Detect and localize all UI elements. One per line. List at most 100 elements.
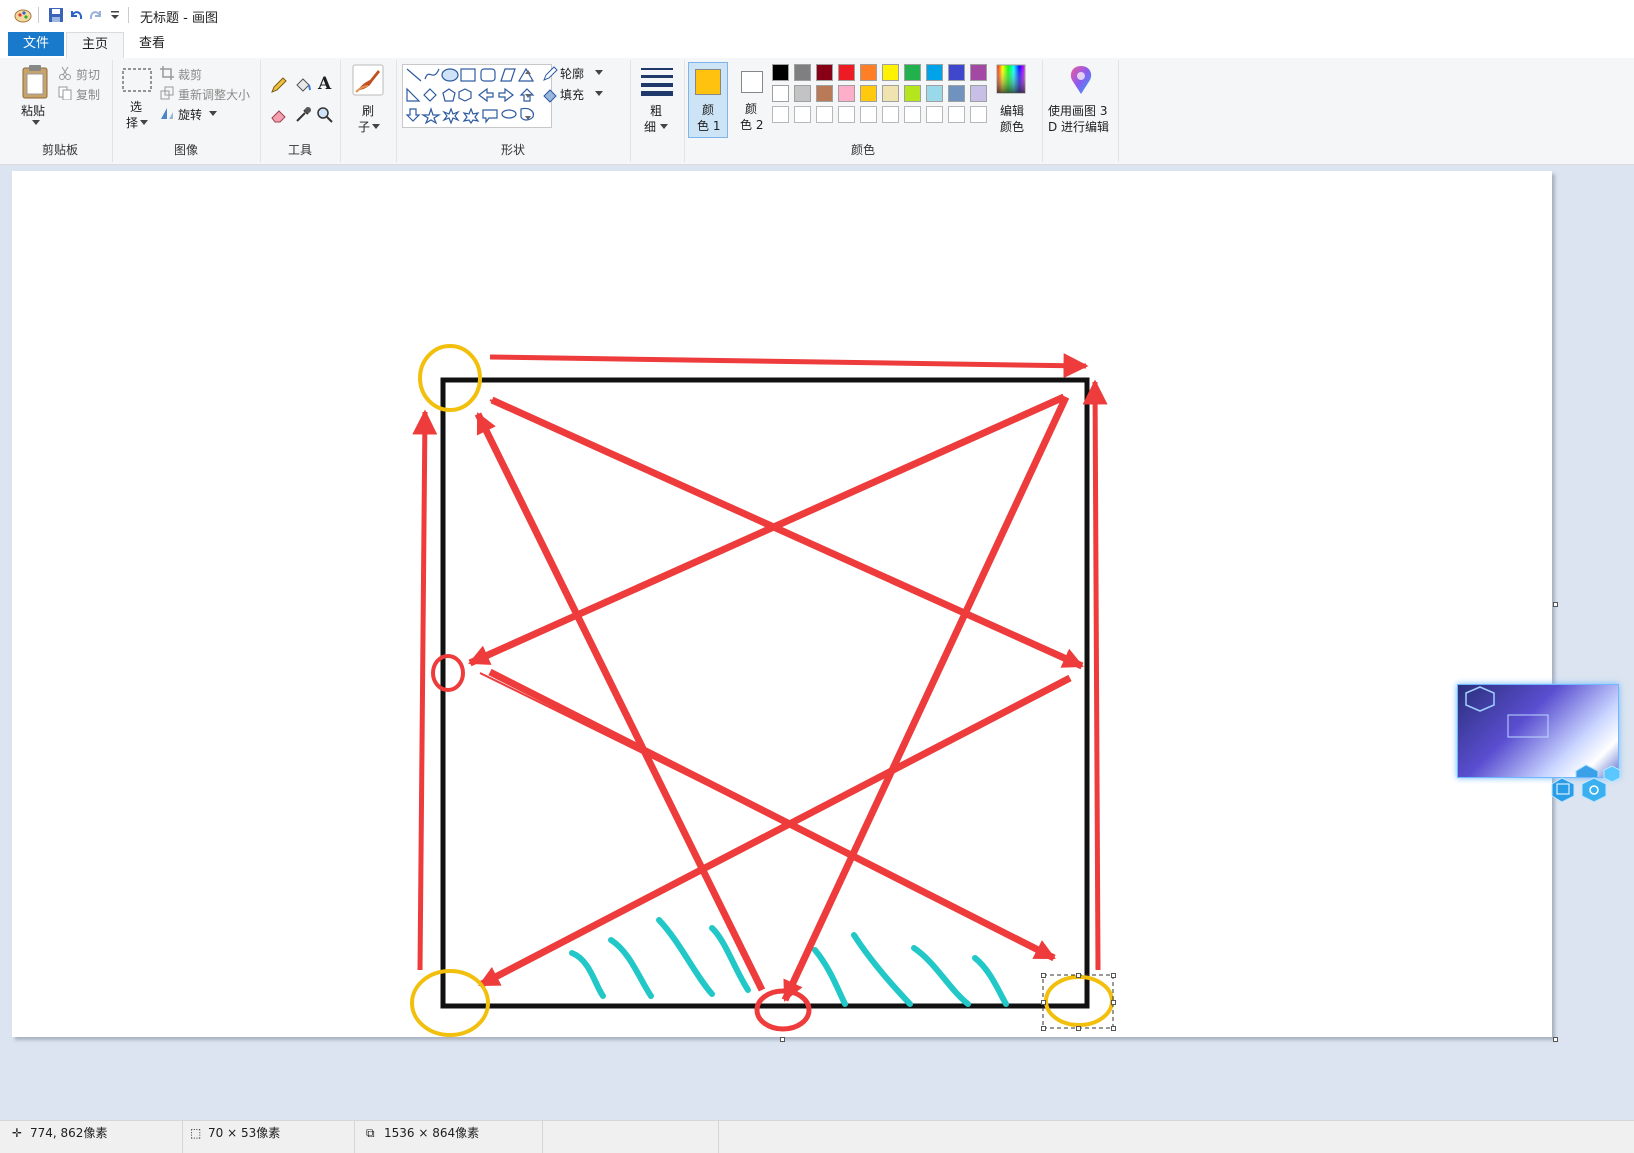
paste-icon[interactable]	[20, 64, 50, 100]
custom-color-slot[interactable]	[926, 106, 943, 123]
status-canvas-size: ⧉ 1536 × 864像素	[354, 1121, 543, 1153]
cut-button[interactable]: 剪切	[76, 66, 100, 83]
palette-swatch[interactable]	[926, 85, 943, 102]
paint3d-label-2[interactable]: D 进行编辑	[1048, 118, 1109, 135]
rotate-button[interactable]: 旋转	[178, 106, 202, 123]
paint-app-icon	[14, 9, 32, 23]
brushes-label-1[interactable]: 刷	[362, 102, 374, 119]
tab-home[interactable]: 主页	[66, 32, 124, 59]
selection-handle[interactable]	[1111, 1000, 1116, 1005]
drawing-canvas[interactable]	[12, 171, 1552, 1037]
rotate-dropdown-icon[interactable]	[209, 111, 217, 117]
customize-quick-access-icon[interactable]	[110, 7, 120, 23]
palette-swatch[interactable]	[816, 85, 833, 102]
red-arrows	[412, 353, 1108, 1002]
selection-handle[interactable]	[1076, 1026, 1081, 1031]
tools-group-label: 工具	[287, 143, 312, 157]
brushes-label-2[interactable]: 子	[358, 118, 370, 135]
palette-swatch[interactable]	[794, 64, 811, 81]
palette-swatch[interactable]	[816, 64, 833, 81]
paste-label[interactable]: 粘贴	[21, 102, 45, 119]
palette-swatch[interactable]	[772, 85, 789, 102]
palette-swatch[interactable]	[970, 85, 987, 102]
palette-swatch[interactable]	[904, 64, 921, 81]
outline-dropdown-icon[interactable]	[595, 70, 603, 76]
palette-swatch[interactable]	[838, 64, 855, 81]
magnifier-icon[interactable]	[316, 106, 334, 124]
pencil-icon[interactable]	[270, 76, 288, 94]
selection-handle[interactable]	[1041, 1000, 1046, 1005]
selection-handle[interactable]	[1111, 973, 1116, 978]
selection-size-icon: ⬚	[190, 1126, 202, 1140]
fill-bucket-icon[interactable]	[294, 76, 312, 94]
undo-icon[interactable]	[68, 7, 84, 23]
canvas-resize-handle-corner[interactable]	[1553, 1037, 1558, 1042]
paint3d-label-1[interactable]: 使用画图 3	[1048, 102, 1107, 119]
status-cursor: ✛ 774, 862像素	[0, 1121, 183, 1153]
color2-button[interactable]: 颜 色 2	[732, 62, 772, 138]
palette-swatch[interactable]	[860, 85, 877, 102]
palette-swatch[interactable]	[882, 85, 899, 102]
palette-swatch[interactable]	[794, 85, 811, 102]
floating-widget-buttons-icon[interactable]	[1548, 762, 1624, 804]
brushes-dropdown-icon[interactable]	[372, 124, 380, 130]
selection-handle[interactable]	[1111, 1026, 1116, 1031]
fill-button[interactable]: 填充	[560, 86, 584, 103]
palette-swatch[interactable]	[772, 64, 789, 81]
palette-swatch[interactable]	[838, 85, 855, 102]
outline-button[interactable]: 轮廓	[560, 65, 584, 82]
crop-button[interactable]: 裁剪	[178, 66, 202, 83]
palette-swatch[interactable]	[948, 64, 965, 81]
selection-handle[interactable]	[1076, 973, 1081, 978]
custom-color-slot[interactable]	[794, 106, 811, 123]
canvas-drawing[interactable]	[12, 171, 1552, 1037]
select-dropdown-icon[interactable]	[140, 120, 148, 126]
cursor-position: 774, 862像素	[30, 1126, 108, 1140]
paint3d-group: 使用画图 3 D 进行编辑	[1042, 60, 1119, 162]
canvas-resize-handle-right[interactable]	[1553, 602, 1558, 607]
custom-color-slot[interactable]	[882, 106, 899, 123]
custom-color-slot[interactable]	[772, 106, 789, 123]
shapes-scroll-icon[interactable]	[524, 68, 532, 124]
tab-file[interactable]: 文件	[8, 32, 64, 56]
custom-color-slot[interactable]	[816, 106, 833, 123]
size-label-1[interactable]: 粗	[650, 102, 662, 119]
custom-color-slot[interactable]	[948, 106, 965, 123]
selection-handle[interactable]	[1041, 973, 1046, 978]
palette-swatch[interactable]	[860, 64, 877, 81]
black-square	[440, 377, 1090, 1009]
palette-swatch[interactable]	[904, 85, 921, 102]
color-picker-icon[interactable]	[294, 106, 312, 124]
select-icon[interactable]	[122, 68, 152, 92]
palette-swatch[interactable]	[926, 64, 943, 81]
redo-icon[interactable]	[88, 7, 104, 23]
palette-swatch[interactable]	[948, 85, 965, 102]
size-label-2[interactable]: 细	[644, 118, 656, 135]
save-icon[interactable]	[48, 7, 64, 23]
eraser-icon[interactable]	[270, 106, 288, 124]
copy-button[interactable]: 复制	[76, 86, 100, 103]
color1-button[interactable]: 颜 色 1	[688, 62, 728, 138]
edit-colors-label-b[interactable]: 颜色	[1000, 118, 1024, 135]
canvas-resize-handle-bottom[interactable]	[780, 1037, 785, 1042]
size-icon[interactable]	[640, 66, 674, 96]
select-label-2[interactable]: 择	[126, 114, 138, 131]
fill-dropdown-icon[interactable]	[595, 91, 603, 97]
paint3d-icon[interactable]	[1066, 64, 1096, 96]
palette-swatch[interactable]	[970, 64, 987, 81]
edit-colors-label-a[interactable]: 编辑	[1000, 102, 1024, 119]
brush-icon[interactable]	[352, 64, 384, 96]
text-tool-icon[interactable]: A	[318, 74, 331, 94]
custom-color-slot[interactable]	[970, 106, 987, 123]
palette-swatch[interactable]	[882, 64, 899, 81]
resize-button[interactable]: 重新调整大小	[178, 86, 250, 103]
selection-handle[interactable]	[1041, 1026, 1046, 1031]
paste-dropdown-icon[interactable]	[32, 120, 40, 126]
custom-color-slot[interactable]	[838, 106, 855, 123]
custom-color-slot[interactable]	[860, 106, 877, 123]
edit-colors-icon[interactable]	[996, 64, 1026, 94]
select-label-1[interactable]: 选	[130, 98, 142, 115]
tab-view[interactable]: 查看	[124, 32, 180, 56]
size-dropdown-icon[interactable]	[660, 124, 668, 130]
custom-color-slot[interactable]	[904, 106, 921, 123]
